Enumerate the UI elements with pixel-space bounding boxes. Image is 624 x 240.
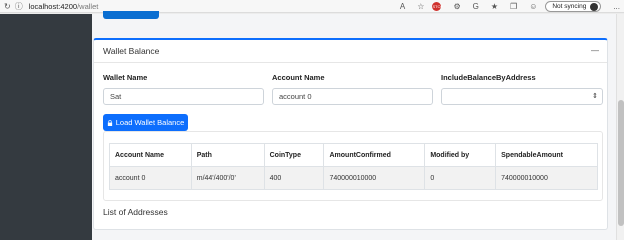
favorites-icon[interactable]: ★	[491, 0, 498, 13]
balance-table: Account Name Path CoinType AmountConfirm…	[109, 143, 598, 190]
table-header-row: Account Name Path CoinType AmountConfirm…	[109, 143, 598, 167]
table-cell: account 0	[109, 166, 192, 190]
column-header: Modified by	[424, 143, 497, 167]
refresh-icon[interactable]: ↻	[4, 0, 11, 13]
url-host: localhost:4200	[28, 1, 78, 11]
list-of-addresses-title: List of Addresses	[103, 207, 168, 217]
info-icon[interactable]: ⓘ	[15, 0, 23, 13]
card-title: Wallet Balance	[103, 46, 160, 56]
url-path: /wallet	[77, 1, 99, 11]
grammar-extension-icon[interactable]: G	[473, 0, 479, 13]
table-cell: m/44'/400'/0'	[190, 166, 265, 190]
column-header: Account Name	[109, 143, 192, 167]
account-name-input[interactable]: account 0	[272, 88, 433, 105]
browser-actions: A ☆ STOP ⚙ G ★ ❐ ☺ Not syncing ...	[396, 0, 620, 13]
avatar	[590, 2, 599, 11]
lock-icon	[107, 119, 112, 126]
column-header: Path	[190, 143, 265, 167]
table-cell: 740000010000	[323, 166, 426, 190]
sidebar	[0, 14, 92, 240]
wallet-name-value: Sat	[110, 92, 122, 101]
collections-icon[interactable]: ❐	[510, 0, 517, 13]
account-name-label: Account Name	[272, 73, 325, 82]
column-header: AmountConfirmed	[323, 143, 426, 167]
scrollbar-thumb[interactable]	[618, 100, 624, 226]
browser-toolbar: ↻ ⓘ localhost:4200/wallet A ☆ STOP ⚙ G ★…	[0, 0, 624, 13]
wallet-name-input[interactable]: Sat	[103, 88, 264, 105]
table-row: account 0 m/44'/400'/0' 400 740000010000…	[109, 166, 598, 190]
column-header: CoinType	[263, 143, 325, 167]
load-button-label: Load Wallet Balance	[115, 118, 185, 127]
column-header: SpendableAmount	[495, 143, 598, 167]
stop-extension-icon[interactable]: STOP	[432, 2, 443, 11]
favorite-add-icon[interactable]: ☆	[417, 0, 424, 13]
load-wallet-balance-button[interactable]: Load Wallet Balance	[103, 114, 188, 131]
include-balance-select[interactable]: ⇕	[441, 88, 603, 105]
include-balance-label: IncludeBalanceByAddress	[441, 73, 536, 82]
card-header: Wallet Balance	[94, 40, 607, 63]
address-bar[interactable]: localhost:4200/wallet	[29, 2, 99, 11]
sync-status-button[interactable]: Not syncing	[545, 1, 602, 12]
read-aloud-icon[interactable]: A	[400, 0, 405, 13]
table-cell: 740000010000	[495, 166, 598, 190]
previous-button-partial[interactable]	[103, 11, 159, 19]
more-menu-icon[interactable]: ...	[613, 0, 620, 13]
sync-status-label: Not syncing	[552, 3, 587, 10]
select-chevron-icon: ⇕	[592, 93, 598, 100]
profile-icon[interactable]: ☺	[529, 0, 537, 13]
table-cell: 0	[424, 166, 497, 190]
settings-gear-icon[interactable]: ⚙	[453, 0, 460, 13]
table-cell: 400	[263, 166, 325, 190]
page-scrollbar[interactable]	[616, 14, 624, 240]
collapse-card-button[interactable]: —	[591, 47, 599, 55]
account-name-value: account 0	[279, 92, 312, 101]
wallet-name-label: Wallet Name	[103, 73, 148, 82]
